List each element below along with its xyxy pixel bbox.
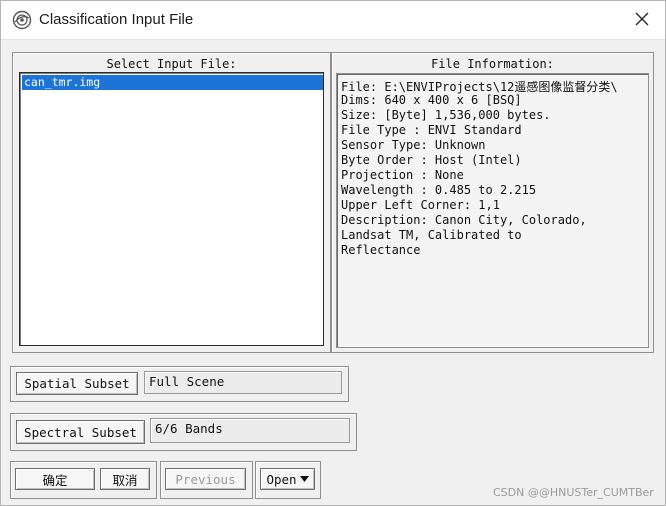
info-line: Landsat TM, Calibrated to (341, 228, 522, 242)
info-line: Wavelength : 0.485 to 2.215 (341, 183, 537, 197)
classification-input-dialog: Classification Input File Select Input F… (0, 0, 666, 506)
ok-button[interactable]: 确定 (15, 468, 95, 490)
file-information-text: File: E:\ENVIProjects\12遥感图像监督分类\ Dims: … (336, 73, 649, 348)
envi-app-icon (12, 10, 32, 30)
spatial-subset-value: Full Scene (144, 371, 342, 394)
info-line: Byte Order : Host (Intel) (341, 153, 522, 167)
info-line: Projection : None (341, 168, 464, 182)
watermark: CSDN @@HNUSTer_CUMTBer (493, 486, 654, 499)
info-line: Description: Canon City, Colorado, (341, 213, 587, 227)
close-button[interactable] (619, 1, 665, 39)
open-menu-button[interactable]: Open (260, 468, 315, 490)
dropdown-arrow-icon (299, 476, 309, 482)
info-line: Size: [Byte] 1,536,000 bytes. (341, 108, 551, 122)
info-line: Reflectance (341, 243, 421, 257)
previous-button[interactable]: Previous (165, 468, 246, 490)
list-item-file[interactable]: can_tmr.img (22, 75, 323, 90)
info-line: File Type : ENVI Standard (341, 123, 522, 137)
close-icon (635, 11, 649, 30)
select-input-file-label: Select Input File: (106, 57, 237, 71)
input-file-list[interactable]: can_tmr.img (19, 72, 324, 346)
spatial-subset-button[interactable]: Spatial Subset (16, 372, 138, 395)
file-information-label: File Information: (431, 57, 554, 71)
cancel-button[interactable]: 取消 (100, 468, 150, 490)
title-bar: Classification Input File (1, 1, 665, 40)
info-line: Upper Left Corner: 1,1 (341, 198, 500, 212)
window-title: Classification Input File (39, 11, 194, 28)
spectral-subset-value: 6/6 Bands (150, 418, 350, 443)
info-line: Sensor Type: Unknown (341, 138, 486, 152)
info-line: Dims: 640 x 400 x 6 [BSQ] (341, 93, 522, 107)
open-label: Open (266, 471, 297, 487)
spectral-subset-button[interactable]: Spectral Subset (16, 420, 145, 444)
